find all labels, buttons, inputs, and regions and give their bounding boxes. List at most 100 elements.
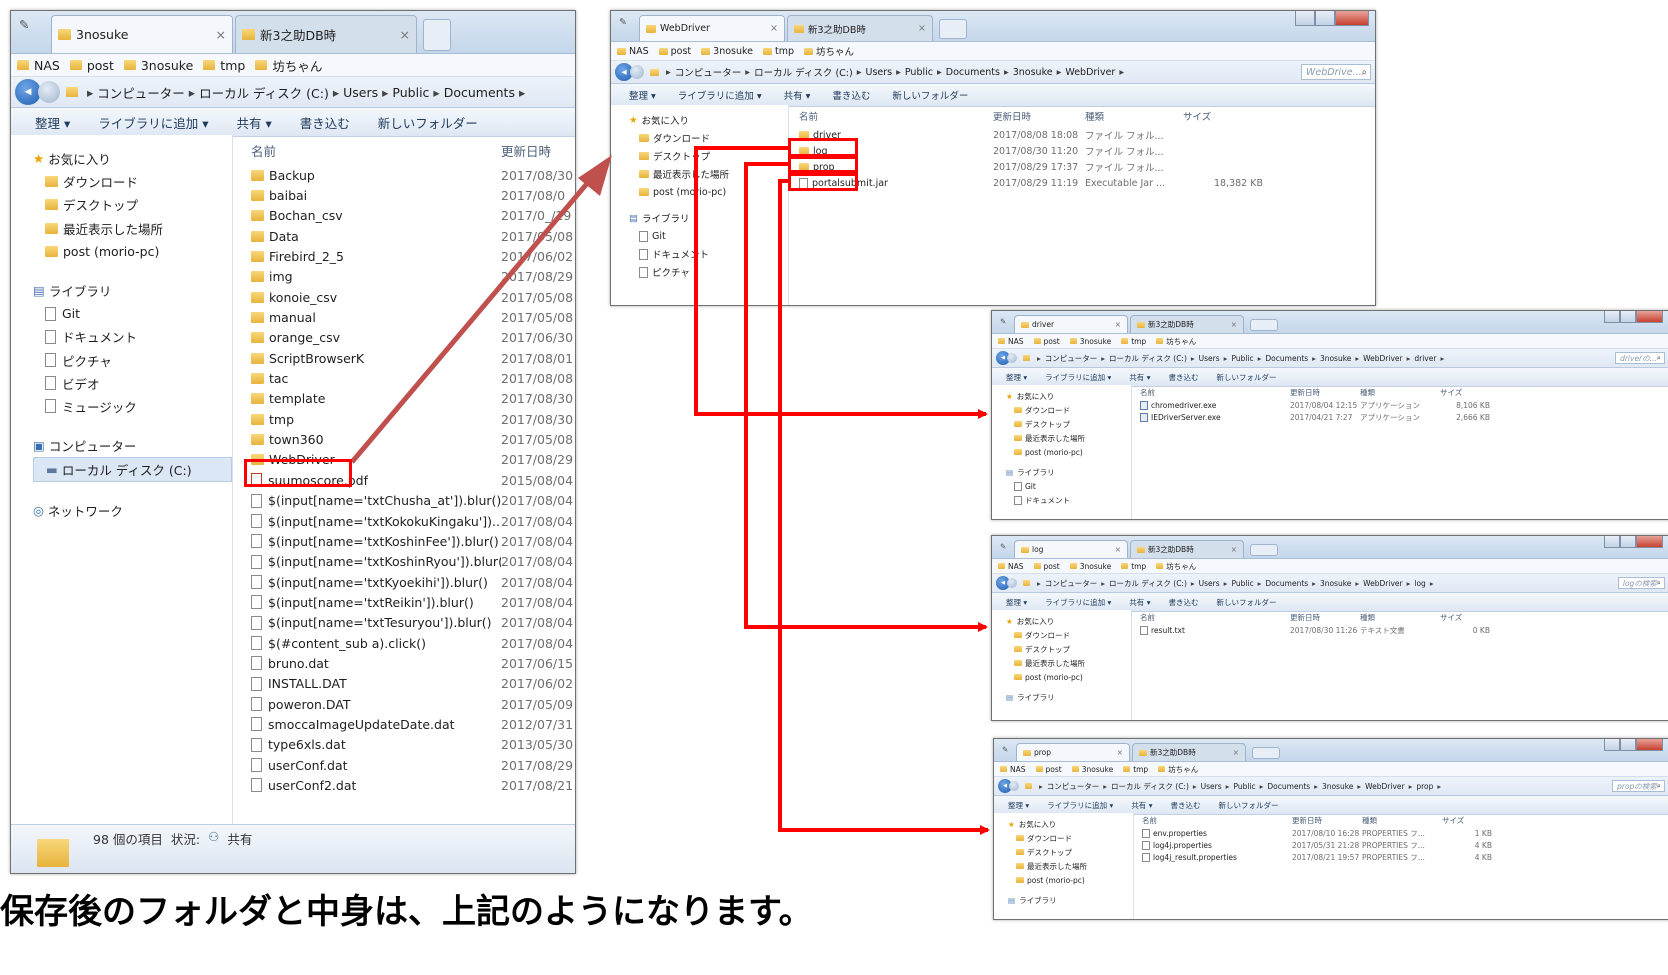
chevron-right-icon[interactable]: ▸ <box>1258 354 1262 363</box>
nav-libraries[interactable]: ▤ ライブラリ <box>1008 893 1133 907</box>
breadcrumb-item[interactable]: 3nosuke <box>1320 579 1351 588</box>
nav-library-item[interactable]: Git <box>629 227 788 245</box>
file-row[interactable]: poweron.DAT 2017/05/09 <box>251 694 575 714</box>
chevron-right-icon[interactable]: ▸ <box>1430 579 1434 588</box>
chevron-right-icon[interactable]: ▸ <box>1101 579 1105 588</box>
file-row[interactable]: $(input[name='txtChusha_at']).blur() 2017… <box>251 491 575 511</box>
nav-favorites[interactable]: ★ お気に入り <box>1008 817 1133 831</box>
command-button[interactable]: 共有 ▾ <box>784 88 811 102</box>
nav-favorite-item[interactable]: ダウンロード <box>33 170 232 193</box>
minimize-button[interactable] <box>1603 311 1620 324</box>
breadcrumb-item[interactable]: WebDriver <box>1363 354 1402 363</box>
nav-favorites[interactable]: ★ お気に入り <box>33 147 232 170</box>
file-row[interactable]: $(input[name='txtKoshinFee']).blur() 2017… <box>251 531 575 551</box>
command-button[interactable]: ライブラリに追加 ▾ <box>1045 372 1111 383</box>
file-row[interactable]: chromedriver.exe 2017/08/04 12:15 アプリケーション… <box>1140 399 1668 411</box>
favorite-link[interactable]: 3nosuke <box>701 46 753 57</box>
command-button[interactable]: 共有 ▾ <box>237 113 272 132</box>
nav-network[interactable]: ◎ ネットワーク <box>33 498 232 521</box>
wrench-icon[interactable]: ✎ <box>19 17 29 32</box>
nav-libraries[interactable]: ▤ ライブラリ <box>33 279 232 302</box>
search-box[interactable]: WebDrive... ⌕ <box>1301 64 1371 80</box>
tab-active[interactable]: driver × <box>1014 315 1128 333</box>
breadcrumb-item[interactable]: WebDriver <box>1065 67 1115 78</box>
chevron-right-icon[interactable]: ▸ <box>896 67 901 78</box>
favorite-link[interactable]: 3nosuke <box>1071 765 1113 774</box>
breadcrumb-item[interactable]: Users <box>1199 354 1220 363</box>
chevron-right-icon[interactable]: ▸ <box>1440 354 1444 363</box>
favorite-link[interactable]: 3nosuke <box>1069 337 1111 346</box>
nav-favorite-item[interactable]: post (morio-pc) <box>33 240 232 263</box>
file-row[interactable]: Firebird_2_5 2017/06/02 <box>251 246 575 266</box>
command-button[interactable]: 整理 ▾ <box>1008 800 1029 811</box>
command-button[interactable]: ライブラリに追加 ▾ <box>1047 800 1113 811</box>
favorite-link[interactable]: NAS <box>617 46 649 57</box>
chevron-right-icon[interactable]: ▸ <box>1407 354 1411 363</box>
nav-favorite-item[interactable]: 最近表示した場所 <box>33 217 232 240</box>
minimize-button[interactable] <box>1603 536 1620 549</box>
forward-icon[interactable] <box>630 65 644 79</box>
chevron-right-icon[interactable]: ▸ <box>666 67 671 78</box>
nav-local-disk[interactable]: ▬ ローカル ディスク (C:) <box>33 457 232 483</box>
file-row[interactable]: env.properties 2017/08/10 16:28 PROPERTIES… <box>1142 827 1668 839</box>
nav-computer[interactable]: ▣ コンピューター <box>33 434 232 457</box>
breadcrumb-item[interactable]: ローカル ディスク (C:) <box>1109 578 1187 589</box>
tab-inactive[interactable]: 新3之助DB時 × <box>1132 743 1246 761</box>
column-header[interactable]: 更新日時 <box>1290 612 1360 623</box>
nav-favorites[interactable]: ★ お気に入り <box>1006 389 1131 403</box>
file-row[interactable]: ScriptBrowserK 2017/08/01 <box>251 348 575 368</box>
forward-icon[interactable] <box>38 81 60 103</box>
nav-libraries[interactable]: ▤ ライブラリ <box>1006 465 1131 479</box>
column-header[interactable]: 名前 <box>1140 612 1290 623</box>
maximize-button[interactable] <box>1619 311 1636 324</box>
tab-close-icon[interactable]: × <box>1117 748 1123 757</box>
maximize-button[interactable] <box>1619 739 1636 752</box>
nav-library-item[interactable]: ピクチャ <box>33 349 232 372</box>
breadcrumb-item[interactable]: Users <box>865 67 892 78</box>
chevron-right-icon[interactable]: ▸ <box>1191 579 1195 588</box>
command-button[interactable]: 書き込む <box>1168 372 1198 383</box>
search-icon[interactable]: ⌕ <box>1362 67 1367 78</box>
file-row[interactable]: baibai 2017/08/0 <box>251 185 575 205</box>
command-button[interactable]: ライブラリに追加 ▾ <box>98 113 208 132</box>
wrench-icon[interactable]: ✎ <box>619 17 627 28</box>
file-row[interactable]: town360 2017/05/08 <box>251 429 575 449</box>
breadcrumb-item[interactable]: Documents <box>946 67 1000 78</box>
command-button[interactable]: 新しいフォルダー <box>378 113 478 132</box>
column-header[interactable]: 種類 <box>1085 109 1183 123</box>
tab-inactive[interactable]: 新3之助DB時 × <box>1130 540 1244 558</box>
favorite-link[interactable]: 坊ちゃん <box>1156 336 1196 347</box>
breadcrumb[interactable]: ▸ コンピューター ▸ ローカル ディスク (C:) ▸ Users ▸ Public ▸ Doc… <box>66 83 529 102</box>
breadcrumb[interactable]: ▸ コンピューター ▸ ローカル ディスク (C:) ▸ Users ▸ Public ▸ Doc… <box>1023 353 1448 364</box>
breadcrumb-item[interactable]: WebDriver <box>1363 579 1402 588</box>
breadcrumb-item[interactable]: prop <box>1416 782 1433 791</box>
chevron-right-icon[interactable]: ▸ <box>189 85 195 100</box>
nav-library-item[interactable]: ミュージック <box>33 395 232 418</box>
close-button[interactable] <box>1635 311 1663 324</box>
chevron-right-icon[interactable]: ▸ <box>937 67 942 78</box>
tab-inactive[interactable]: 新3之助DB時 × <box>787 15 933 41</box>
tab-close-icon[interactable]: × <box>770 23 778 34</box>
nav-favorite-item[interactable]: デスクトップ <box>1006 417 1131 431</box>
command-button[interactable]: 新しいフォルダー <box>1216 372 1276 383</box>
breadcrumb-item[interactable]: コンピューター <box>1045 353 1098 364</box>
command-button[interactable]: 共有 ▾ <box>1129 372 1150 383</box>
tab-active[interactable]: WebDriver × <box>639 15 785 41</box>
file-row[interactable]: bruno.dat 2017/06/15 <box>251 653 575 673</box>
file-row[interactable]: userConf.dat 2017/08/29 <box>251 755 575 775</box>
favorite-link[interactable]: tmp <box>763 46 794 57</box>
nav-library-item[interactable]: Git <box>33 302 232 325</box>
file-row[interactable]: log 2017/08/30 11:20 ファイル フォル... <box>799 143 1375 159</box>
nav-library-item[interactable]: Git <box>1006 479 1131 493</box>
close-button[interactable] <box>1334 11 1369 27</box>
column-header[interactable]: 名前 <box>1140 387 1290 398</box>
file-row[interactable]: log4j.properties 2017/05/31 21:28 PROPERTI… <box>1142 839 1668 851</box>
file-row[interactable]: Backup 2017/08/30 <box>251 165 575 185</box>
command-button[interactable]: 整理 ▾ <box>1006 372 1027 383</box>
tab-close-icon[interactable]: × <box>1231 320 1237 329</box>
nav-favorites[interactable]: ★ お気に入り <box>629 111 788 129</box>
breadcrumb-item[interactable]: 3nosuke <box>1322 782 1353 791</box>
tab-active[interactable]: log × <box>1014 540 1128 558</box>
maximize-button[interactable] <box>1314 11 1335 27</box>
chevron-right-icon[interactable]: ▸ <box>1037 579 1041 588</box>
